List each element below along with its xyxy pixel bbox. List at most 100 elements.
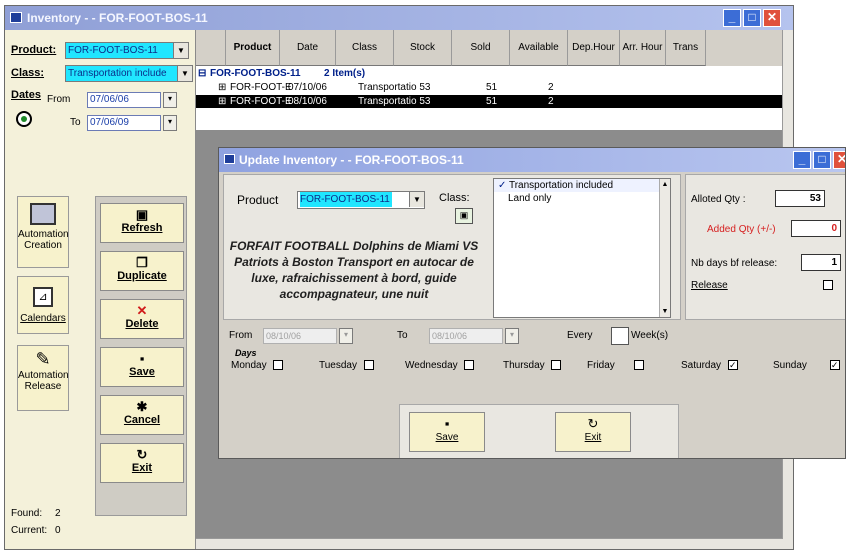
- cell-stock: 51: [486, 82, 498, 93]
- exit-button[interactable]: ↻ Exit: [100, 443, 184, 483]
- day-wednesday[interactable]: Wednesday: [405, 360, 475, 371]
- target-icon[interactable]: [16, 111, 32, 127]
- save-button[interactable]: ▪ Save: [100, 347, 184, 387]
- calendars-button[interactable]: ⊿ Calendars: [17, 276, 69, 334]
- dialog-titlebar[interactable]: Update Inventory - - FOR-FOOT-BOS-11 _ □…: [219, 148, 845, 172]
- group-row[interactable]: ⊟ FOR-FOOT-BOS-11 2 Item(s): [196, 67, 783, 80]
- chevron-down-icon[interactable]: ▼: [177, 66, 192, 81]
- product-combo[interactable]: FOR-FOOT-BOS-11 ▼: [65, 42, 189, 59]
- alloted-label: Alloted Qty :: [691, 194, 746, 205]
- to-date-field[interactable]: 07/06/09: [87, 115, 161, 131]
- every-weeks-field[interactable]: [611, 327, 629, 345]
- dialog-save-label: Save: [435, 432, 459, 443]
- day-friday[interactable]: Friday: [587, 360, 644, 371]
- delete-button[interactable]: ✕ Delete: [100, 299, 184, 339]
- added-label: Added Qty (+/-): [707, 224, 776, 235]
- action-buttons-panel: ▣ Refresh ❐ Duplicate ✕ Delete ▪ Save ✱ …: [95, 196, 187, 516]
- product-combo-value: FOR-FOOT-BOS-11: [68, 45, 158, 56]
- day-monday[interactable]: Monday: [231, 360, 284, 371]
- table-row-selected[interactable]: ⊞ FOR-FOOT-E 08/10/06 Transportatio 53 5…: [196, 95, 783, 108]
- day-thursday[interactable]: Thursday: [503, 360, 562, 371]
- table-row[interactable]: ⊞ FOR-FOOT-E 07/10/06 Transportatio 53 5…: [196, 81, 783, 94]
- calendars-label: Calendars: [20, 313, 66, 324]
- chevron-down-icon[interactable]: ▼: [409, 192, 424, 207]
- class-option-transportation[interactable]: ✓ Transportation included: [494, 179, 670, 192]
- day-checkbox[interactable]: [464, 360, 475, 371]
- day-checkbox[interactable]: [633, 360, 644, 371]
- expand-icon[interactable]: ⊞: [218, 95, 226, 108]
- cell-stock: 51: [486, 96, 498, 107]
- expand-icon[interactable]: ⊞: [218, 81, 226, 94]
- column-header-stock[interactable]: Stock: [394, 30, 452, 66]
- dialog-close-button[interactable]: ✕: [833, 151, 845, 169]
- cell-sold: 2: [548, 82, 554, 93]
- day-label: Friday: [587, 360, 615, 371]
- column-header-product[interactable]: Product: [226, 30, 280, 66]
- column-header-sold[interactable]: Sold: [452, 30, 510, 66]
- cancel-label: Cancel: [123, 414, 161, 426]
- app-icon: [224, 154, 235, 164]
- delete-label: Delete: [125, 318, 159, 330]
- days-label: Days: [235, 348, 257, 358]
- grid-horizontal-scrollbar[interactable]: [196, 538, 783, 549]
- cancel-icon: ✱: [136, 399, 148, 414]
- column-header-class[interactable]: Class: [336, 30, 394, 66]
- day-tuesday[interactable]: Tuesday: [319, 360, 374, 371]
- class-picker-icon[interactable]: ▣: [455, 208, 473, 224]
- close-button[interactable]: ✕: [763, 9, 781, 27]
- refresh-label: Refresh: [121, 222, 163, 234]
- nbdays-field[interactable]: 1: [801, 254, 841, 271]
- dialog-from-date-field[interactable]: 08/10/06: [263, 328, 337, 344]
- chevron-down-icon[interactable]: ▼: [173, 43, 188, 58]
- automation-creation-button[interactable]: Automation Creation: [17, 196, 69, 268]
- dialog-from-spinner[interactable]: ▾: [339, 328, 353, 344]
- dialog-to-date-field[interactable]: 08/10/06: [429, 328, 503, 344]
- day-sunday[interactable]: Sunday ✓: [773, 360, 840, 371]
- day-checkbox[interactable]: [551, 360, 562, 371]
- dialog-exit-label: Exit: [584, 432, 602, 443]
- collapse-icon[interactable]: ⊟: [198, 67, 206, 80]
- maximize-button[interactable]: □: [743, 9, 761, 27]
- automation-release-button[interactable]: ✎ Automation Release: [17, 345, 69, 411]
- cancel-button[interactable]: ✱ Cancel: [100, 395, 184, 435]
- to-label: To: [70, 117, 81, 128]
- column-header-dep-hour[interactable]: Dep.Hour: [568, 30, 620, 66]
- day-checkbox[interactable]: ✓: [727, 360, 738, 371]
- calendar-add-icon: [30, 203, 56, 225]
- minimize-button[interactable]: _: [723, 9, 741, 27]
- dialog-exit-button[interactable]: ↻ Exit: [555, 412, 631, 452]
- to-date-spinner[interactable]: ▾: [163, 115, 177, 131]
- added-qty-field[interactable]: 0: [791, 220, 841, 237]
- from-date-field[interactable]: 07/06/06: [87, 92, 161, 108]
- dialog-product-label: Product: [237, 193, 279, 207]
- class-combo-value: Transportation include: [68, 68, 167, 79]
- class-option-land-only[interactable]: Land only: [494, 192, 670, 205]
- class-combo[interactable]: Transportation include ▼: [65, 65, 193, 82]
- column-header-trans[interactable]: Trans: [666, 30, 706, 66]
- column-header-arr-hour[interactable]: Arr. Hour: [620, 30, 666, 66]
- refresh-button[interactable]: ▣ Refresh: [100, 203, 184, 243]
- day-checkbox[interactable]: ✓: [829, 360, 840, 371]
- day-saturday[interactable]: Saturday ✓: [681, 360, 738, 371]
- day-label: Tuesday: [319, 360, 357, 371]
- class-option-label: Transportation included: [508, 180, 614, 191]
- column-header-date[interactable]: Date: [280, 30, 336, 66]
- from-date-spinner[interactable]: ▾: [163, 92, 177, 108]
- class-listbox-scrollbar[interactable]: ▲ ▼: [659, 179, 670, 317]
- dialog-save-button[interactable]: ▪ Save: [409, 412, 485, 452]
- dialog-product-combo[interactable]: FOR-FOOT-BOS-11 ▼: [297, 191, 425, 209]
- dialog-title: Update Inventory - - FOR-FOOT-BOS-11: [239, 153, 464, 167]
- day-checkbox[interactable]: [363, 360, 374, 371]
- dialog-minimize-button[interactable]: _: [793, 151, 811, 169]
- alloted-qty-field[interactable]: 53: [775, 190, 825, 207]
- save-label: Save: [129, 366, 155, 378]
- window-titlebar[interactable]: Inventory - - FOR-FOOT-BOS-11 _ □ ✕: [5, 6, 793, 30]
- duplicate-button[interactable]: ❐ Duplicate: [100, 251, 184, 291]
- dialog-to-label: To: [397, 330, 408, 341]
- dialog-to-spinner[interactable]: ▾: [505, 328, 519, 344]
- release-checkbox[interactable]: [823, 280, 833, 290]
- class-listbox[interactable]: ✓ Transportation included Land only ▲ ▼: [493, 178, 671, 318]
- dialog-maximize-button[interactable]: □: [813, 151, 831, 169]
- day-checkbox[interactable]: [273, 360, 284, 371]
- column-header-available[interactable]: Available: [510, 30, 568, 66]
